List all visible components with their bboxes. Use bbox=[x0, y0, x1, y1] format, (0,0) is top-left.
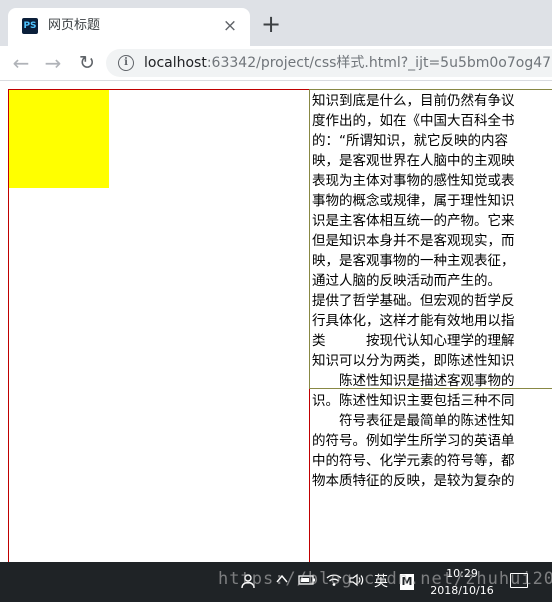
favicon-icon: PS bbox=[22, 18, 38, 34]
article-line: 映，是客观事物的一种主观表征， bbox=[312, 253, 515, 269]
article-line: 知识到底是什么，目前仍然有争议 bbox=[312, 93, 515, 109]
page-viewport: 知识到底是什么，目前仍然有争议 度作出的，如在《中国大百科全书 的：“所谓知识，… bbox=[0, 81, 552, 562]
article-line: 陈述性知识是描述客观事物的 bbox=[312, 373, 515, 389]
article-line: 度作出的，如在《中国大百科全书 bbox=[312, 113, 515, 129]
article-line: 类 按现代认知心理学的理解 bbox=[312, 333, 515, 349]
article-line: 的符号。例如学生所学习的英语单 bbox=[312, 433, 515, 449]
back-button[interactable]: ← bbox=[8, 50, 34, 76]
article-line: 符号表征是最简单的陈述性知 bbox=[312, 413, 515, 429]
article-text: 知识到底是什么，目前仍然有争议 度作出的，如在《中国大百科全书 的：“所谓知识，… bbox=[312, 91, 552, 491]
close-tab-icon[interactable]: × bbox=[220, 16, 240, 36]
tab-title: 网页标题 bbox=[48, 18, 101, 33]
reload-button[interactable]: ↻ bbox=[74, 50, 100, 76]
forward-button[interactable]: → bbox=[40, 50, 66, 76]
article-line: 识。陈述性知识主要包括三种不同 bbox=[312, 393, 515, 409]
url-host: localhost bbox=[144, 55, 207, 71]
article-line: 物本质特征的反映，是较为复杂的 bbox=[312, 473, 515, 489]
yellow-box bbox=[9, 90, 109, 188]
article-line: 通过人脑的反映活动而产生的。 bbox=[312, 273, 501, 289]
address-bar[interactable]: i localhost:63342/project/css样式.html?_ij… bbox=[106, 49, 552, 77]
article-line: 事物的概念或规律，属于理性知识 bbox=[312, 193, 515, 209]
new-tab-button[interactable]: + bbox=[258, 12, 284, 38]
browser-toolbar: ← → ↻ i localhost:63342/project/css样式.ht… bbox=[0, 46, 552, 81]
info-icon[interactable]: i bbox=[118, 55, 134, 71]
url-text: localhost:63342/project/css样式.html?_ijt=… bbox=[144, 54, 552, 72]
article-line: 中的符号、化学元素的符号等，都 bbox=[312, 453, 515, 469]
browser-tab[interactable]: PS 网页标题 × bbox=[8, 8, 250, 46]
article-line: 表现为主体对事物的感性知觉或表 bbox=[312, 173, 515, 189]
article-line: 的：“所谓知识，就它反映的内容 bbox=[312, 133, 508, 149]
article-line: 但是知识本身并不是客观现实，而 bbox=[312, 233, 515, 249]
article-line: 映，是客观世界在人脑中的主观映 bbox=[312, 153, 515, 169]
article-line: 行具体化，这样才能有效地用以指 bbox=[312, 313, 515, 329]
article-line: 提供了哲学基础。但宏观的哲学反 bbox=[312, 293, 515, 309]
tab-strip: PS 网页标题 × + bbox=[0, 0, 552, 46]
watermark-text: https://blog.csdn.net/zhuhui2010 bbox=[218, 569, 552, 589]
url-path: :63342/project/css样式.html?_ijt=5u5bm0o7o… bbox=[206, 55, 552, 71]
article-line: 识是主客体相互统一的产物。它来 bbox=[312, 213, 515, 229]
article-line: 知识可以分为两类，即陈述性知识 bbox=[312, 353, 515, 369]
